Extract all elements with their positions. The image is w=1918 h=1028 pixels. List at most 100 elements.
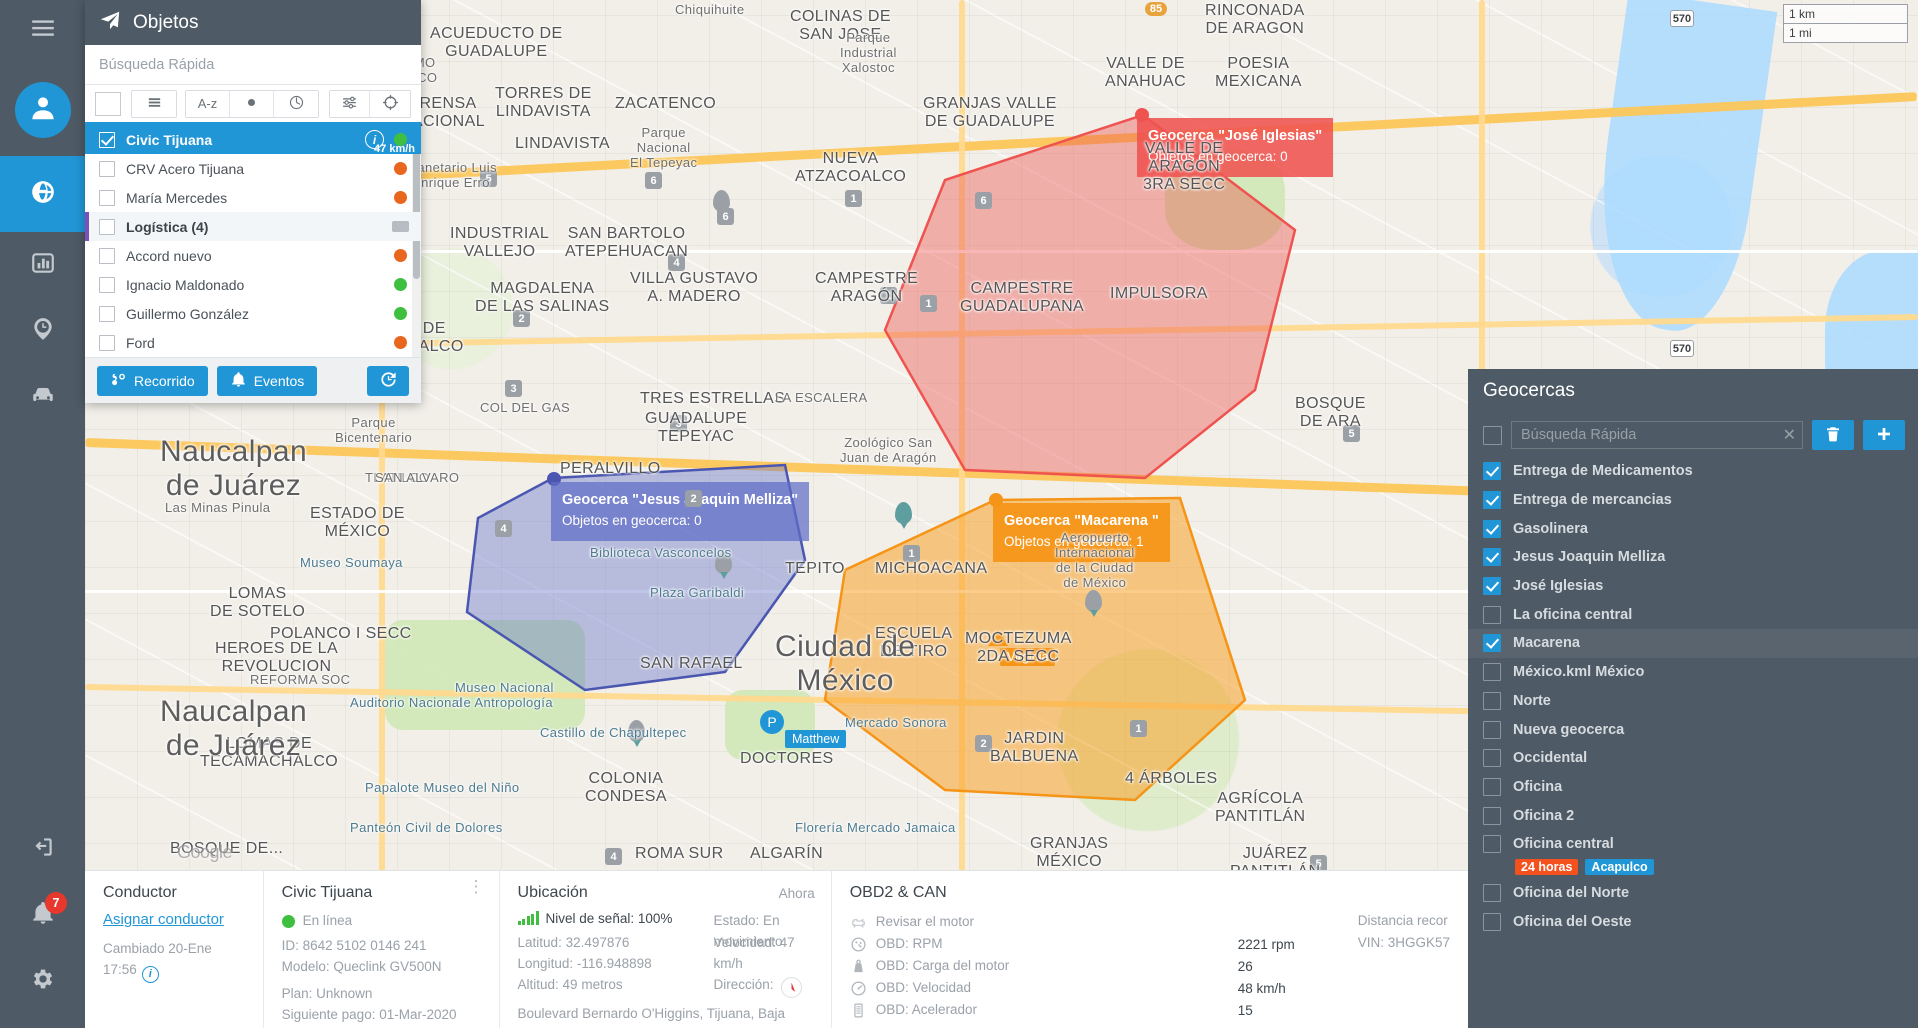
recorrido-button[interactable]: Recorrido xyxy=(97,365,208,396)
highway-shield: 1 xyxy=(903,545,920,562)
geocercas-select-all-checkbox[interactable] xyxy=(1483,425,1502,445)
status-dot xyxy=(394,191,407,204)
geocerca-row[interactable]: José Iglesias xyxy=(1468,572,1918,601)
gauge-filter-button[interactable] xyxy=(274,90,318,117)
sidebar-item-map[interactable] xyxy=(0,156,85,232)
geocerca-checkbox[interactable] xyxy=(1483,663,1501,682)
settings-button[interactable] xyxy=(0,948,85,1014)
geocerca-checkbox[interactable] xyxy=(1483,691,1501,710)
list-view-button[interactable] xyxy=(132,90,176,117)
geofence-label-title: Geocerca "Macarena " xyxy=(1004,513,1159,529)
objetos-row-checkbox[interactable] xyxy=(99,160,115,177)
geocerca-checkbox[interactable] xyxy=(1483,548,1501,567)
parking-marker[interactable]: P xyxy=(760,710,784,734)
geocerca-checkbox[interactable] xyxy=(1483,491,1501,510)
objetos-row[interactable]: Ignacio Maldonado xyxy=(85,270,421,299)
geocerca-label: Norte xyxy=(1513,692,1551,709)
objetos-row[interactable]: Accord nuevo xyxy=(85,241,421,270)
objetos-row-checkbox[interactable] xyxy=(99,276,115,293)
notifications-button[interactable]: 7 xyxy=(0,882,85,948)
geocerca-row[interactable]: Norte xyxy=(1468,687,1918,716)
geocerca-row[interactable]: Oficina del Norte xyxy=(1468,879,1918,908)
geocerca-row[interactable]: Occidental xyxy=(1468,744,1918,773)
geocerca-checkbox[interactable] xyxy=(1483,835,1501,854)
objetos-row-checkbox[interactable] xyxy=(99,218,115,235)
sort-alpha-button[interactable]: A-z xyxy=(186,90,230,117)
logout-button[interactable] xyxy=(0,816,85,882)
geocerca-row[interactable]: La oficina central xyxy=(1468,600,1918,629)
history-button[interactable] xyxy=(367,365,409,396)
objetos-search-input[interactable]: Búsqueda Rápida xyxy=(85,45,421,85)
geocerca-checkbox[interactable] xyxy=(1483,720,1501,739)
obd-section: OBD2 & CAN Revisar el motor OBD: RPM OBD: … xyxy=(832,871,1468,1028)
geocerca-row[interactable]: Jesus Joaquin Melliza xyxy=(1468,543,1918,572)
objetos-row[interactable]: CRV Acero Tijuana xyxy=(85,154,421,183)
geocerca-row[interactable]: Oficina del Oeste xyxy=(1468,907,1918,936)
geocerca-checkbox[interactable] xyxy=(1483,806,1501,825)
objetos-row-checkbox[interactable] xyxy=(99,247,115,264)
geocerca-label: Entrega de mercancias xyxy=(1513,492,1672,509)
geocerca-label: José Iglesias xyxy=(1513,578,1604,595)
detail-panel: Conductor Asignar conductor Cambiado 20-… xyxy=(85,870,1468,1028)
filter-settings-button[interactable] xyxy=(330,90,370,117)
obd-rows: Revisar el motor OBD: RPM OBD: Carga del m… xyxy=(850,911,1238,1021)
geocerca-row[interactable]: Nueva geocerca xyxy=(1468,715,1918,744)
vehicle-tag-matthew[interactable]: Matthew xyxy=(785,730,847,748)
menu-button[interactable] xyxy=(0,0,85,60)
select-all-checkbox[interactable] xyxy=(95,91,121,116)
vehicle-marker-virginia[interactable] xyxy=(988,630,1008,646)
info-icon[interactable]: i xyxy=(141,965,159,983)
geocerca-row[interactable]: Oficina central xyxy=(1468,830,1918,859)
geocercas-list[interactable]: Entrega de Medicamentos Entrega de mercan… xyxy=(1468,457,1918,936)
geocerca-checkbox[interactable] xyxy=(1483,777,1501,796)
geocerca-row[interactable]: Oficina 2 xyxy=(1468,801,1918,830)
object-next-payment: Siguiente pago: 01-Mar-2020 xyxy=(281,1006,457,1022)
objetos-row[interactable]: Ford xyxy=(85,328,421,357)
objetos-row[interactable]: Logística (4) xyxy=(85,212,421,241)
geocerca-row[interactable]: Macarena xyxy=(1468,629,1918,658)
geocerca-row[interactable]: Entrega de Medicamentos xyxy=(1468,457,1918,486)
geocercas-search-input[interactable] xyxy=(1511,421,1803,449)
geocerca-checkbox[interactable] xyxy=(1483,519,1501,538)
profile-button[interactable] xyxy=(14,82,71,138)
sidebar-item-vehicles[interactable] xyxy=(0,364,85,430)
objetos-row-checkbox[interactable] xyxy=(99,189,115,206)
sidebar-item-history[interactable] xyxy=(0,298,85,364)
delete-geocerca-button[interactable] xyxy=(1812,420,1854,450)
geocerca-checkbox[interactable] xyxy=(1483,749,1501,768)
highway-shield: 1 xyxy=(880,287,897,304)
vehicle-tag-virginia[interactable]: Virginia xyxy=(1000,648,1056,666)
objetos-list[interactable]: Civic Tijuana i 47 km/h CRV Acero Tijuana Ma… xyxy=(85,125,421,357)
object-menu-button[interactable]: ⋮ xyxy=(468,878,485,895)
geocerca-checkbox[interactable] xyxy=(1483,462,1501,481)
geocerca-row[interactable]: Gasolinera xyxy=(1468,514,1918,543)
geocerca-tags: 24 horas Acapulco xyxy=(1468,858,1918,879)
status-filter-button[interactable] xyxy=(230,90,274,117)
assign-driver-link[interactable]: Asignar conductor xyxy=(103,911,224,928)
highway-shield: 6 xyxy=(975,192,992,209)
objetos-row[interactable]: Civic Tijuana i 47 km/h xyxy=(85,125,421,155)
objetos-row-checkbox[interactable] xyxy=(99,334,115,351)
objetos-row[interactable]: María Mercedes xyxy=(85,183,421,212)
geocerca-checkbox[interactable] xyxy=(1483,634,1501,653)
scale-km: 1 km xyxy=(1783,4,1908,24)
center-map-button[interactable] xyxy=(370,90,410,117)
obd-row: OBD: Carga del motor xyxy=(850,955,1238,977)
clear-icon[interactable]: ✕ xyxy=(1783,425,1796,445)
eventos-button[interactable]: Eventos xyxy=(216,365,318,396)
highway-shield: 2 xyxy=(513,310,530,327)
sidebar-item-reports[interactable] xyxy=(0,232,85,298)
objetos-row[interactable]: Guillermo González xyxy=(85,299,421,328)
geocerca-row[interactable]: Oficina xyxy=(1468,773,1918,802)
objetos-row-checkbox[interactable] xyxy=(99,305,115,322)
geocerca-checkbox[interactable] xyxy=(1483,605,1501,624)
objetos-row-checkbox[interactable] xyxy=(99,131,115,148)
geocerca-checkbox[interactable] xyxy=(1483,883,1501,902)
geocerca-row[interactable]: Entrega de mercancias xyxy=(1468,486,1918,515)
add-geocerca-button[interactable] xyxy=(1863,420,1905,450)
obd-row-label: Revisar el motor xyxy=(875,913,974,929)
geocerca-row[interactable]: México.kml México xyxy=(1468,658,1918,687)
geocerca-checkbox[interactable] xyxy=(1483,577,1501,596)
plus-icon xyxy=(1875,425,1893,446)
geocerca-checkbox[interactable] xyxy=(1483,912,1501,931)
